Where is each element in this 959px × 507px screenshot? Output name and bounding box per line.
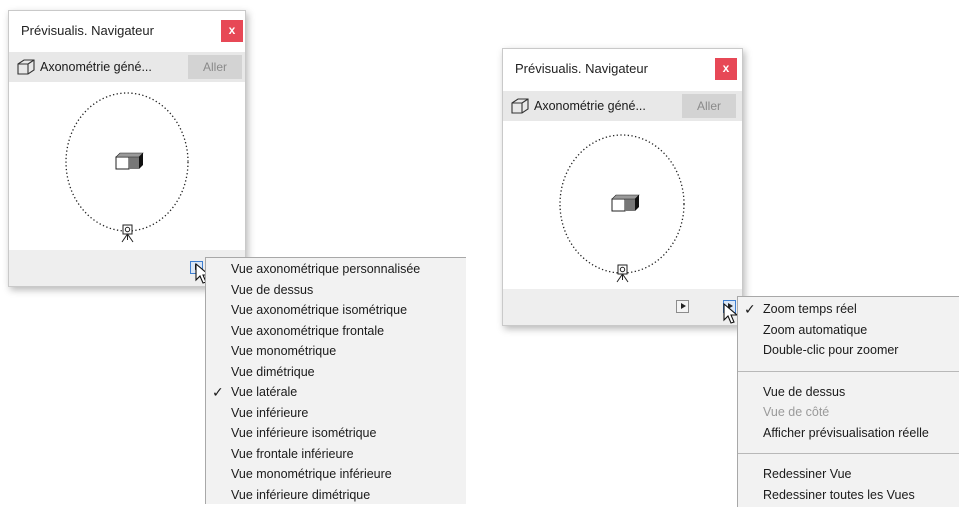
menu-item-label: Vue monométrique xyxy=(231,344,337,358)
menu-item-label: Vue axonométrique frontale xyxy=(231,323,385,338)
menu-item-label: Vue axonométrique personnalisée xyxy=(231,262,421,276)
menu-item-label: Vue de dessus xyxy=(231,282,314,297)
menu-item[interactable]: Redessiner Vue xyxy=(738,464,959,485)
menu-item-label: Redessiner toutes les Vues xyxy=(763,487,915,502)
menu-item[interactable]: Vue frontale inférieure xyxy=(206,444,466,465)
menu-item-label: Zoom automatique xyxy=(763,322,868,337)
menu-item-label: Zoom temps réel xyxy=(763,302,857,316)
menu-separator xyxy=(738,370,959,372)
menu-item-label: Vue frontale inférieure xyxy=(231,446,354,461)
preview-area[interactable] xyxy=(9,82,245,249)
menu-item[interactable]: Vue de dessus xyxy=(206,280,466,301)
close-button[interactable]: x xyxy=(221,20,243,42)
camera-icon xyxy=(121,224,134,243)
view-type-menu: Vue axonométrique personnalisée Vue de de… xyxy=(205,257,466,504)
view-menu-list: Vue axonométrique personnalisée Vue de de… xyxy=(206,258,466,505)
menu-item-label: Vue dimétrique xyxy=(231,364,315,379)
checkmark-icon: ✓ xyxy=(744,301,756,317)
menu-item-label: Afficher prévisualisation réelle xyxy=(763,425,929,440)
panel-titlebar[interactable]: Prévisualis. Navigateur x xyxy=(9,11,245,51)
menu-item[interactable]: Vue monométrique xyxy=(206,341,466,362)
panel-footer xyxy=(503,289,742,325)
menu-item-label: Vue inférieure dimétrique xyxy=(231,487,371,502)
navigator-options-menu: ✓ Zoom temps réel Zoom automatique Double-c… xyxy=(737,296,959,507)
panel-titlebar[interactable]: Prévisualis. Navigateur x xyxy=(503,49,742,89)
view-menu-button[interactable] xyxy=(676,300,689,313)
menu-item[interactable]: Double-clic pour zoomer xyxy=(738,340,959,361)
menu-separator xyxy=(738,453,959,454)
menu-item[interactable]: Vue de dessus xyxy=(738,382,959,403)
options-menu-list: ✓ Zoom temps réel Zoom automatique Double-c… xyxy=(738,297,959,505)
menu-item[interactable]: Redessiner toutes les Vues xyxy=(738,485,959,506)
menu-item-label: Vue inférieure isométrique xyxy=(231,426,377,440)
go-button[interactable]: Aller xyxy=(682,94,736,118)
panel-title: Prévisualis. Navigateur xyxy=(21,23,154,38)
menu-item-label: Vue monométrique inférieure xyxy=(231,467,392,481)
menu-item-label: Double-clic pour zoomer xyxy=(763,343,899,357)
menu-item[interactable]: Vue inférieure xyxy=(206,403,466,424)
preview-canvas[interactable] xyxy=(503,122,742,289)
navigator-preview-panel-right: Prévisualis. Navigateur x Axonométrie gé… xyxy=(502,48,743,326)
checkmark-icon: ✓ xyxy=(212,384,224,400)
preview-area[interactable] xyxy=(503,122,742,289)
panel-title: Prévisualis. Navigateur xyxy=(515,61,648,76)
menu-item: Vue de côté xyxy=(738,402,959,423)
menu-item[interactable]: ✓ Vue latérale xyxy=(206,382,466,403)
current-view-name: Axonométrie géné... xyxy=(534,99,646,113)
close-button[interactable]: x xyxy=(715,58,737,80)
close-icon: x xyxy=(228,23,236,37)
preview-canvas[interactable] xyxy=(9,82,245,249)
menu-item-label: Vue inférieure xyxy=(231,405,309,420)
menu-item-label: Vue de côté xyxy=(763,405,830,419)
go-button[interactable]: Aller xyxy=(188,55,242,79)
menu-item-label: Vue de dessus xyxy=(763,384,846,399)
menu-item[interactable]: Vue inférieure isométrique xyxy=(206,423,466,444)
menu-item[interactable]: ✓ Zoom temps réel xyxy=(738,299,959,320)
cube-icon xyxy=(611,194,640,212)
view-toolbar: Axonométrie géné... Aller xyxy=(9,52,245,82)
menu-item-label: Redessiner Vue xyxy=(763,467,852,481)
menu-item-label: Vue axonométrique isométrique xyxy=(231,303,408,317)
menu-item[interactable]: Vue inférieure dimétrique xyxy=(206,485,466,506)
menu-item[interactable]: Vue axonométrique isométrique xyxy=(206,300,466,321)
view-box-icon xyxy=(511,98,529,114)
view-box-icon xyxy=(17,59,35,75)
cube-icon xyxy=(115,152,144,170)
view-toolbar: Axonométrie géné... Aller xyxy=(503,91,742,121)
menu-item[interactable]: Vue axonométrique frontale xyxy=(206,321,466,342)
menu-item-label: Vue latérale xyxy=(231,385,298,399)
navigator-preview-panel: Prévisualis. Navigateur x Axonométrie gé… xyxy=(8,10,246,287)
menu-item[interactable]: Vue dimétrique xyxy=(206,362,466,383)
close-icon: x xyxy=(722,61,730,75)
menu-item[interactable]: Vue monométrique inférieure xyxy=(206,464,466,485)
menu-item[interactable]: Zoom automatique xyxy=(738,320,959,341)
camera-icon xyxy=(616,264,629,283)
menu-item[interactable]: Afficher prévisualisation réelle xyxy=(738,423,959,444)
menu-item[interactable]: Vue axonométrique personnalisée xyxy=(206,259,466,280)
current-view-name: Axonométrie géné... xyxy=(40,60,152,74)
